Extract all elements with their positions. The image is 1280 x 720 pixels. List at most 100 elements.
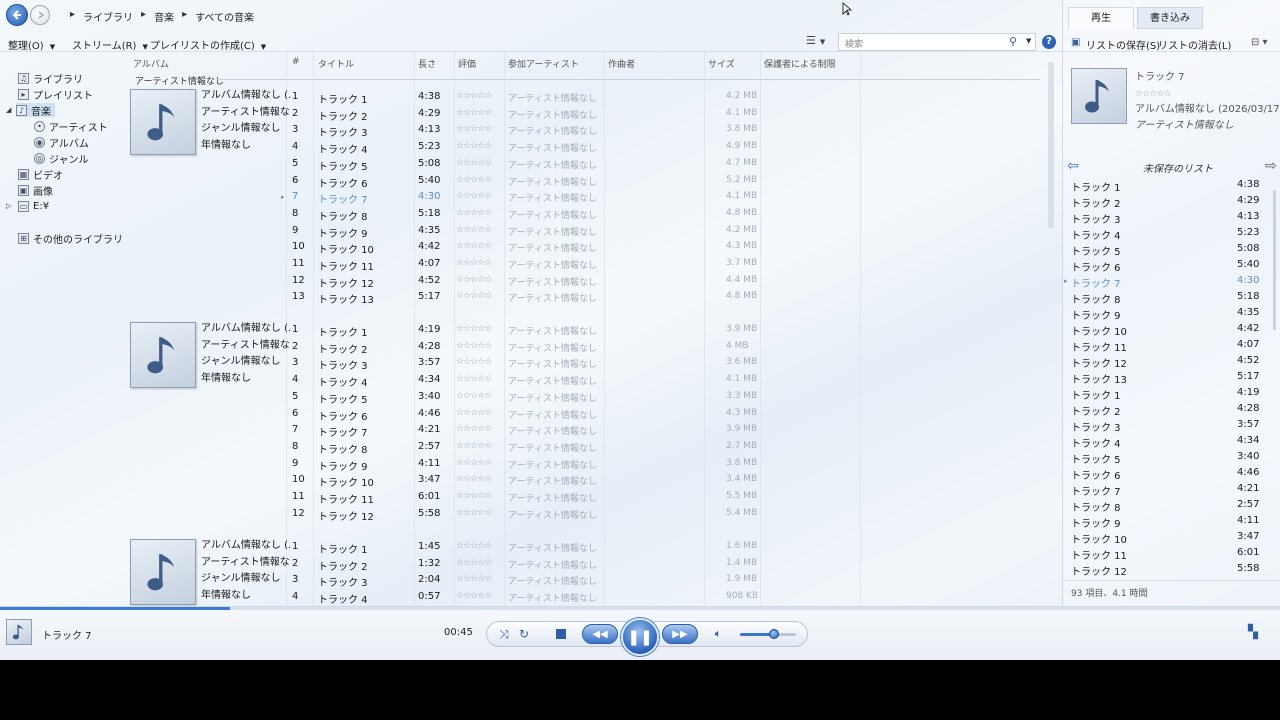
list-item[interactable]: トラック 7 4:21 (1069, 481, 1259, 498)
list-options-icon[interactable]: ⊟ ▾ (1251, 37, 1268, 48)
table-row[interactable]: 12 トラック 12 4:52 ☆☆☆☆☆ アーティスト情報なし 4.4 MB (288, 273, 928, 290)
list-item[interactable]: トラック 5 3:40 (1069, 449, 1259, 466)
track-rating[interactable]: ☆☆☆☆☆ (456, 391, 492, 401)
nav-drive[interactable]: ▭ E:¥ (18, 199, 49, 213)
collapse-arrow-icon[interactable]: ◢ (6, 106, 11, 114)
organize-menu[interactable]: 整理(O) ▼ (8, 37, 55, 52)
table-row[interactable]: 11 トラック 11 4:07 ☆☆☆☆☆ アーティスト情報なし 3.7 MB (288, 256, 928, 273)
list-item[interactable]: トラック 6 5:40 (1069, 257, 1259, 274)
stream-menu[interactable]: ストリーム(R) ▼ (72, 37, 148, 52)
track-rating[interactable]: ☆☆☆☆☆ (456, 591, 492, 601)
table-row[interactable]: 8 トラック 8 5:18 ☆☆☆☆☆ アーティスト情報なし 4.8 MB (288, 206, 928, 223)
table-row[interactable]: 5 トラック 5 3:40 ☆☆☆☆☆ アーティスト情報なし 3.3 MB (288, 389, 928, 406)
list-item[interactable]: トラック 1 4:19 (1069, 385, 1259, 402)
volume-handle[interactable] (768, 629, 779, 639)
table-row[interactable]: 11 トラック 11 6:01 ☆☆☆☆☆ アーティスト情報なし 5.5 MB (288, 489, 928, 506)
pause-button[interactable]: ❚❚ (621, 618, 659, 656)
track-rating[interactable]: ☆☆☆☆☆ (456, 124, 492, 134)
next-list-arrow-icon[interactable]: ⇨ (1265, 158, 1277, 174)
track-rating[interactable]: ☆☆☆☆☆ (456, 341, 492, 351)
track-rating[interactable]: ☆☆☆☆☆ (456, 458, 492, 468)
volume-slider[interactable] (740, 629, 796, 639)
repeat-button[interactable]: ↻ (516, 626, 532, 642)
list-item[interactable]: トラック 8 2:57 (1069, 497, 1259, 514)
track-rating[interactable]: ☆☆☆☆☆ (456, 91, 492, 101)
track-rating[interactable]: ☆☆☆☆☆ (456, 357, 492, 367)
track-rating[interactable]: ☆☆☆☆☆ (456, 275, 492, 285)
column-header-rating[interactable]: 評価 (458, 57, 476, 70)
list-item[interactable]: トラック 10 4:42 (1069, 321, 1259, 338)
column-header-size[interactable]: サイズ (708, 57, 735, 70)
table-row[interactable]: 3 トラック 3 3:57 ☆☆☆☆☆ アーティスト情報なし 3.6 MB (288, 355, 928, 372)
nav-album[interactable]: ◉ アルバム (34, 135, 89, 150)
seek-bar[interactable] (0, 607, 1280, 610)
track-rating[interactable]: ☆☆☆☆☆ (456, 474, 492, 484)
list-scrollbar[interactable] (1273, 190, 1276, 330)
column-header-parental-rating[interactable]: 保護者による制限 (764, 57, 836, 70)
previous-list-arrow-icon[interactable]: ⇦ (1067, 158, 1079, 174)
track-rating[interactable]: ☆☆☆☆☆ (456, 225, 492, 235)
table-row[interactable]: 2 トラック 2 4:29 ☆☆☆☆☆ アーティスト情報なし 4.1 MB (288, 106, 928, 123)
breadcrumb-library[interactable]: ライブラリ (83, 9, 133, 24)
list-item[interactable]: トラック 8 5:18 (1069, 289, 1259, 306)
nav-music[interactable]: ♪ 音楽 (16, 103, 55, 118)
shuffle-button[interactable]: ⤨ (496, 626, 512, 642)
nav-genre[interactable]: ◎ ジャンル (34, 151, 89, 166)
nav-video[interactable]: ▦ ビデオ (18, 167, 63, 182)
table-row[interactable]: 6 トラック 6 5:40 ☆☆☆☆☆ アーティスト情報なし 5.2 MB (288, 173, 928, 190)
nav-pictures[interactable]: ▣ 画像 (18, 183, 53, 198)
nav-other-libraries[interactable]: ⊞ その他のライブラリ (18, 231, 123, 246)
list-item[interactable]: トラック 11 6:01 (1069, 545, 1259, 562)
vertical-scrollbar[interactable] (1048, 62, 1054, 228)
mute-button[interactable]: 🔈︎ (710, 626, 726, 642)
list-item[interactable]: トラック 4 5:23 (1069, 225, 1259, 242)
list-item[interactable]: トラック 9 4:11 (1069, 513, 1259, 530)
view-options-button[interactable]: ☰ ▼ (806, 34, 825, 47)
table-row[interactable]: ▸ 7 トラック 7 4:30 ☆☆☆☆☆ アーティスト情報なし 4.1 MB (281, 189, 928, 206)
table-row[interactable]: 1 トラック 1 1:45 ☆☆☆☆☆ アーティスト情報なし 1.6 MB (288, 539, 928, 556)
expand-arrow-icon[interactable]: ▷ (6, 202, 11, 210)
table-row[interactable]: 4 トラック 4 5:23 ☆☆☆☆☆ アーティスト情報なし 4.9 MB (288, 139, 928, 156)
track-rating[interactable]: ☆☆☆☆☆ (456, 108, 492, 118)
now-playing-rating[interactable]: ☆☆☆☆☆ (1135, 86, 1280, 102)
next-button[interactable]: ▶▶ (662, 624, 698, 644)
table-row[interactable]: 3 トラック 3 2:04 ☆☆☆☆☆ アーティスト情報なし 1.9 MB (288, 572, 928, 589)
track-rating[interactable]: ☆☆☆☆☆ (456, 241, 492, 251)
list-item[interactable]: ▸ トラック 7 4:30 (1064, 273, 1259, 290)
track-rating[interactable]: ☆☆☆☆☆ (456, 441, 492, 451)
table-row[interactable]: 8 トラック 8 2:57 ☆☆☆☆☆ アーティスト情報なし 2.7 MB (288, 439, 928, 456)
search-input[interactable]: 検索 ⚲ ▼ (838, 33, 1036, 51)
search-icon[interactable]: ⚲ (1009, 35, 1017, 48)
tab-play[interactable]: 再生 (1068, 7, 1134, 29)
column-header-contributing-artist[interactable]: 参加アーティスト (508, 57, 579, 70)
list-item[interactable]: トラック 1 4:38 (1069, 177, 1259, 194)
track-rating[interactable]: ☆☆☆☆☆ (456, 191, 492, 201)
list-item[interactable]: トラック 10 3:47 (1069, 529, 1259, 546)
track-rating[interactable]: ☆☆☆☆☆ (456, 491, 492, 501)
table-row[interactable]: 9 トラック 9 4:11 ☆☆☆☆☆ アーティスト情報なし 3.8 MB (288, 456, 928, 473)
create-playlist-menu[interactable]: プレイリストの作成(C) ▼ (150, 37, 266, 52)
track-rating[interactable]: ☆☆☆☆☆ (456, 408, 492, 418)
breadcrumb-all-music[interactable]: すべての音楽 (195, 9, 254, 24)
list-item[interactable]: トラック 3 3:57 (1069, 417, 1259, 434)
list-item[interactable]: トラック 2 4:28 (1069, 401, 1259, 418)
list-item[interactable]: トラック 5 5:08 (1069, 241, 1259, 258)
table-row[interactable]: 13 トラック 13 5:17 ☆☆☆☆☆ アーティスト情報なし 4.8 MB (288, 289, 928, 306)
track-rating[interactable]: ☆☆☆☆☆ (456, 175, 492, 185)
column-header-composer[interactable]: 作曲者 (608, 57, 635, 70)
column-header-title[interactable]: タイトル (318, 57, 354, 70)
table-row[interactable]: 1 トラック 1 4:38 ☆☆☆☆☆ アーティスト情報なし 4.2 MB (288, 89, 928, 106)
list-item[interactable]: トラック 13 5:17 (1069, 369, 1259, 386)
list-item[interactable]: トラック 9 4:35 (1069, 305, 1259, 322)
previous-button[interactable]: ◀◀ (582, 624, 618, 644)
table-row[interactable]: 4 トラック 4 0:57 ☆☆☆☆☆ アーティスト情報なし 908 KB (288, 589, 928, 606)
table-row[interactable]: 5 トラック 5 5:08 ☆☆☆☆☆ アーティスト情報なし 4.7 MB (288, 156, 928, 173)
table-row[interactable]: 7 トラック 7 4:21 ☆☆☆☆☆ アーティスト情報なし 3.9 MB (288, 422, 928, 439)
nav-artist[interactable]: • アーティスト (34, 119, 108, 134)
track-rating[interactable]: ☆☆☆☆☆ (456, 208, 492, 218)
album-art[interactable] (130, 322, 196, 388)
track-rating[interactable]: ☆☆☆☆☆ (456, 158, 492, 168)
track-rating[interactable]: ☆☆☆☆☆ (456, 541, 492, 551)
nav-playlist[interactable]: ▸ プレイリスト (18, 87, 93, 102)
track-rating[interactable]: ☆☆☆☆☆ (456, 558, 492, 568)
